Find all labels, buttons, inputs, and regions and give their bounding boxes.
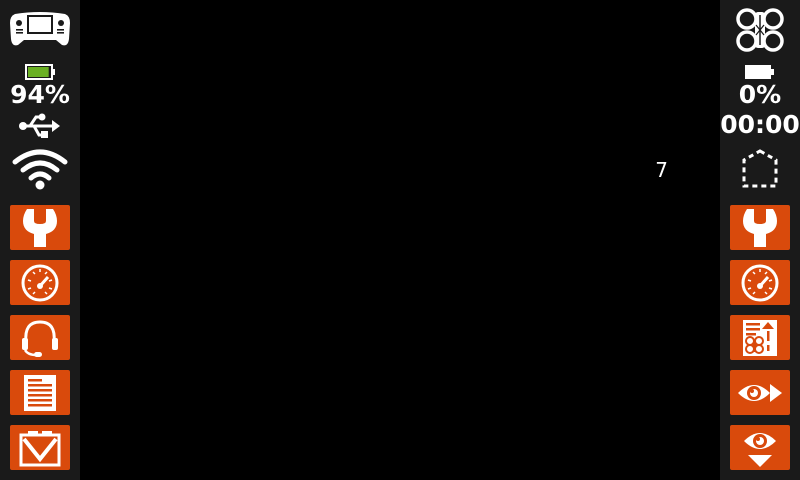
- vehicle-view-down-button[interactable]: [730, 425, 790, 470]
- wrench-icon: [743, 208, 777, 247]
- gamepad-icon[interactable]: [9, 9, 71, 49]
- vehicle-view-forward-button[interactable]: [730, 370, 790, 415]
- eye-down-icon: [744, 432, 776, 467]
- vehicle-telemetry-button[interactable]: [730, 260, 790, 305]
- gauge-icon: [741, 264, 779, 301]
- left-sidebar: 94%: [0, 0, 80, 480]
- document-icon: [24, 374, 56, 411]
- telemetry-button[interactable]: [10, 260, 70, 305]
- drone-checklist-icon: [743, 319, 777, 356]
- gauge-icon: [21, 264, 59, 301]
- eye-arrow-icon: [738, 383, 782, 402]
- center-value: 7: [655, 158, 668, 182]
- headset-icon: [22, 319, 58, 357]
- vehicle-checklist-button[interactable]: [730, 315, 790, 360]
- vehicle-setup-button[interactable]: [730, 205, 790, 250]
- battery-icon: [25, 64, 55, 80]
- transmitter-battery-percent: 94%: [10, 80, 70, 109]
- flight-timer: 00:00: [720, 110, 800, 139]
- usb-icon: [19, 113, 60, 138]
- wrench-icon: [23, 208, 57, 247]
- right-sidebar: 0% 00:00: [720, 0, 800, 480]
- messages-button[interactable]: [10, 425, 70, 470]
- audio-button[interactable]: [10, 315, 70, 360]
- dashed-hexagon-icon: [742, 149, 778, 188]
- envelope-icon: [19, 430, 61, 466]
- setup-button[interactable]: [10, 205, 70, 250]
- main-view: 7: [80, 0, 720, 480]
- log-button[interactable]: [10, 370, 70, 415]
- wifi-icon: [12, 149, 68, 190]
- drone-icon[interactable]: [734, 7, 786, 53]
- vehicle-battery-percent: 0%: [738, 80, 782, 109]
- vehicle-battery-icon: [745, 65, 774, 79]
